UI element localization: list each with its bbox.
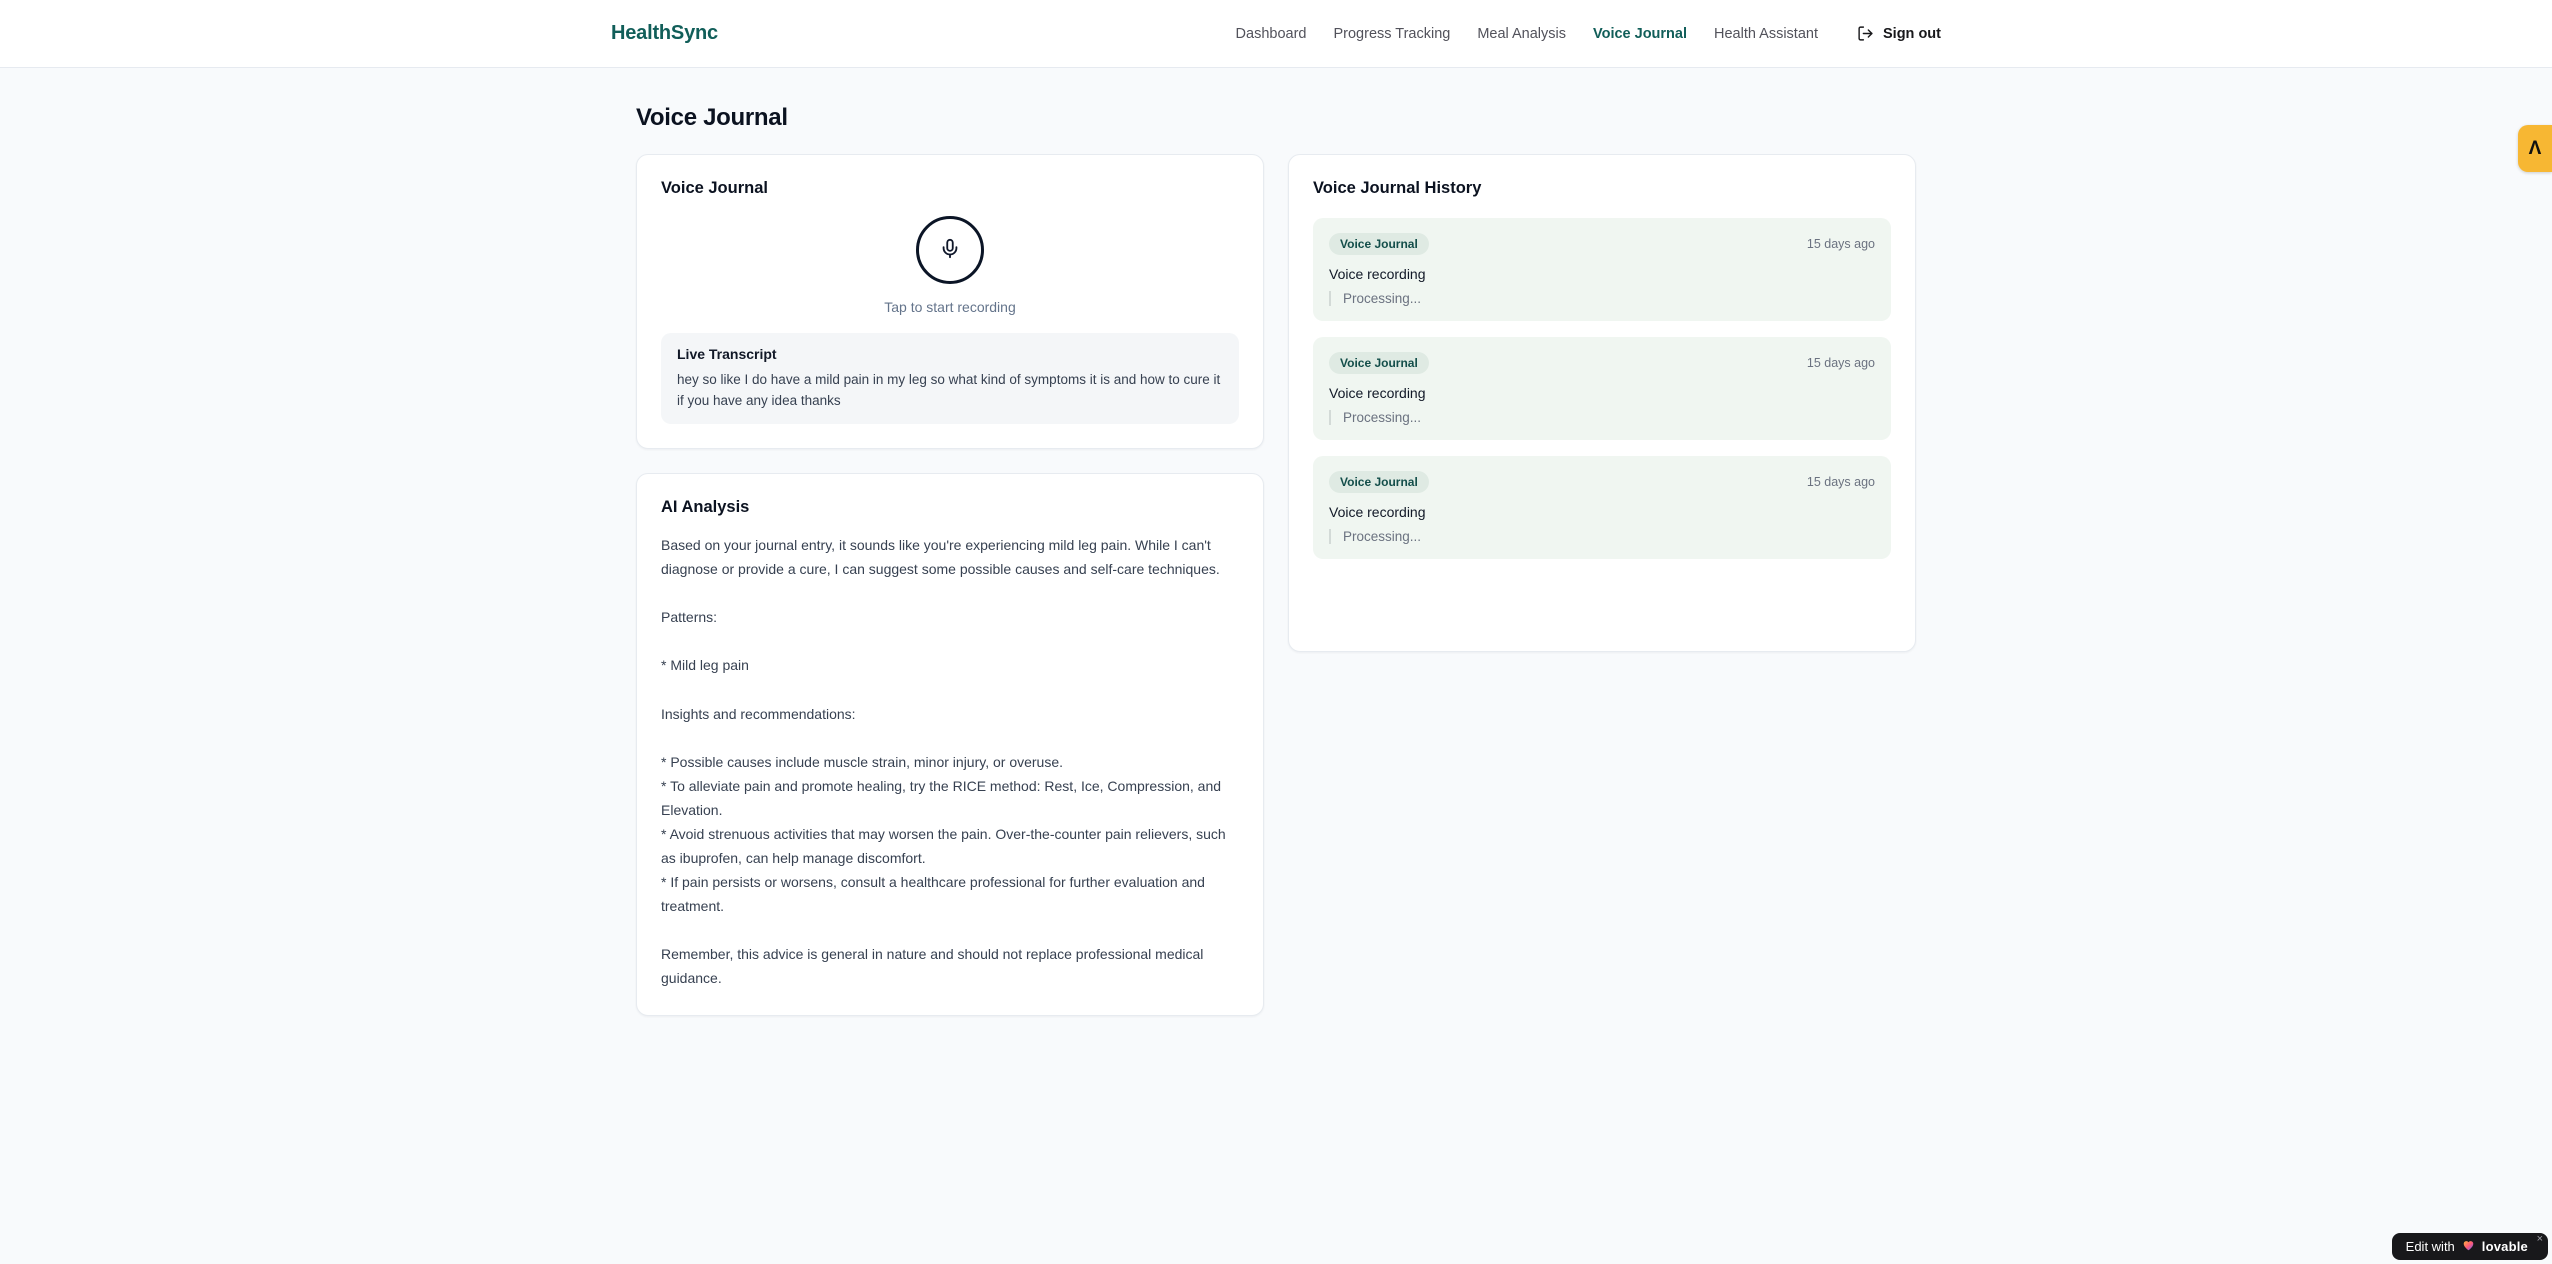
edit-badge-prefix: Edit with [2405, 1239, 2455, 1254]
history-entry: Voice Journal 15 days ago Voice recordin… [1313, 456, 1891, 559]
recorder-card-title: Voice Journal [661, 179, 768, 197]
nav-item-meal-analysis[interactable]: Meal Analysis [1477, 26, 1566, 42]
entry-label: Voice recording [1329, 385, 1426, 401]
voice-journal-history-card: Voice Journal History Voice Journal 15 d… [1288, 154, 1916, 652]
right-column: Voice Journal History Voice Journal 15 d… [1288, 154, 1916, 652]
history-entry: Voice Journal 15 days ago Voice recordin… [1313, 337, 1891, 440]
entry-type-badge: Voice Journal [1329, 352, 1429, 374]
live-transcript-title: Live Transcript [677, 346, 777, 362]
heart-icon [2461, 1238, 2476, 1255]
edit-badge-close-icon[interactable]: × [2537, 1234, 2543, 1245]
entry-type-badge: Voice Journal [1329, 233, 1429, 255]
content-grid: Voice Journal Tap to start recording Liv… [636, 154, 1916, 1016]
ai-analysis-card: AI Analysis Based on your journal entry,… [636, 473, 1264, 1016]
top-nav: HealthSync Dashboard Progress Tracking M… [0, 0, 2552, 68]
nav-item-voice-journal[interactable]: Voice Journal [1593, 26, 1687, 42]
entry-status: Processing... [1329, 291, 1875, 306]
history-entry-header: Voice Journal 15 days ago [1329, 233, 1875, 255]
microphone-icon [939, 238, 961, 263]
entry-timestamp: 15 days ago [1806, 237, 1875, 251]
mic-area: Tap to start recording [661, 216, 1239, 315]
nav-container: HealthSync Dashboard Progress Tracking M… [611, 0, 1941, 67]
edit-with-lovable-badge[interactable]: Edit with lovable × [2391, 1233, 2548, 1260]
live-transcript-box: Live Transcript hey so like I do have a … [661, 333, 1239, 425]
left-column: Voice Journal Tap to start recording Liv… [636, 154, 1264, 1016]
live-transcript-text: hey so like I do have a mild pain in my … [677, 372, 1221, 408]
history-entry-header: Voice Journal 15 days ago [1329, 352, 1875, 374]
logout-icon [1857, 25, 1874, 42]
entry-status: Processing... [1329, 529, 1875, 544]
entry-timestamp: 15 days ago [1806, 475, 1875, 489]
record-hint: Tap to start recording [884, 299, 1016, 315]
entry-label: Voice recording [1329, 504, 1426, 520]
sign-out-label: Sign out [1883, 25, 1941, 42]
history-entry: Voice Journal 15 days ago Voice recordin… [1313, 218, 1891, 321]
extension-logo-icon: Λ [2528, 137, 2542, 159]
main-content: Voice Journal Voice Journal Tap to start… [636, 68, 1916, 1016]
history-entry-header: Voice Journal 15 days ago [1329, 471, 1875, 493]
nav-item-health-assistant[interactable]: Health Assistant [1714, 26, 1818, 42]
entry-timestamp: 15 days ago [1806, 356, 1875, 370]
entry-label: Voice recording [1329, 266, 1426, 282]
nav-links: Dashboard Progress Tracking Meal Analysi… [1236, 25, 1941, 42]
ai-analysis-body: Based on your journal entry, it sounds l… [661, 537, 1226, 987]
edit-badge-brand: lovable [2481, 1239, 2528, 1254]
voice-recorder-card: Voice Journal Tap to start recording Liv… [636, 154, 1264, 450]
sign-out-button[interactable]: Sign out [1857, 25, 1941, 42]
history-card-title: Voice Journal History [1313, 179, 1482, 197]
ai-analysis-title: AI Analysis [661, 498, 750, 517]
entry-status: Processing... [1329, 410, 1875, 425]
page-title: Voice Journal [636, 104, 788, 131]
browser-extension-tab[interactable]: Λ [2518, 125, 2552, 172]
nav-item-dashboard[interactable]: Dashboard [1236, 26, 1307, 42]
nav-item-progress-tracking[interactable]: Progress Tracking [1333, 26, 1450, 42]
entry-type-badge: Voice Journal [1329, 471, 1429, 493]
record-button[interactable] [916, 216, 984, 284]
brand-logo[interactable]: HealthSync [611, 22, 718, 45]
